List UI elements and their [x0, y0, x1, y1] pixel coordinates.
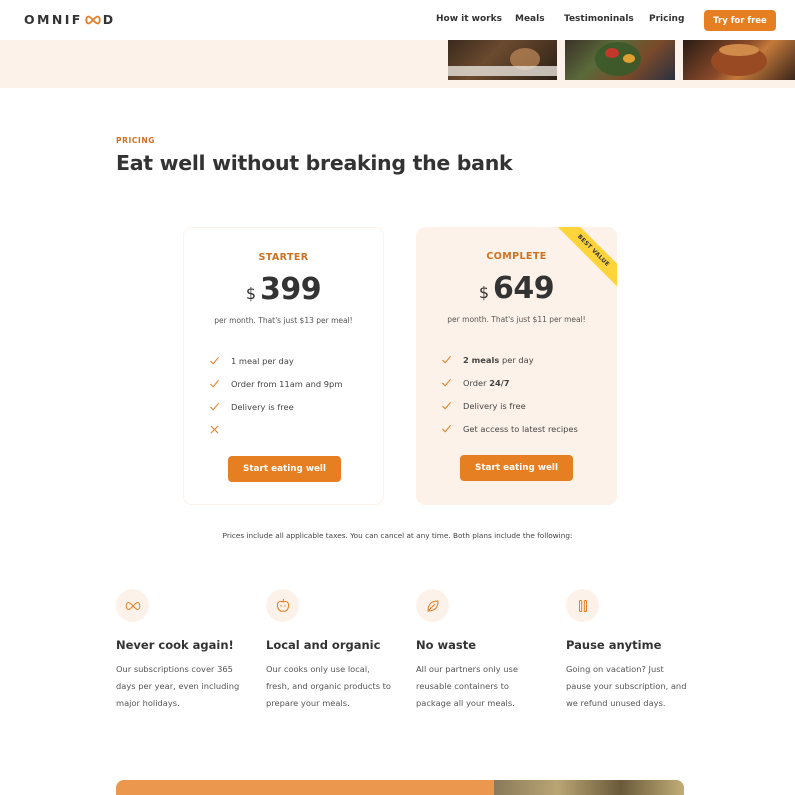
checkmark-icon	[441, 377, 452, 388]
nav-testimonials[interactable]: Testimoninals	[564, 14, 634, 24]
feature-description: Our cooks only use local, fresh, and org…	[266, 664, 392, 708]
pricing-note: Prices include all applicable taxes. You…	[222, 531, 573, 540]
price-currency: $	[478, 283, 490, 302]
price-amount: 649	[493, 271, 555, 306]
feature-text: Order 24/7	[463, 377, 510, 388]
start-eating-well-button[interactable]: Start eating well	[460, 455, 573, 481]
feature-text: Delivery is free	[463, 400, 526, 411]
feature-description: Going on vacation? Just pause your subsc…	[566, 664, 687, 708]
plan-price: $ 649	[416, 271, 617, 306]
leaf-icon	[416, 589, 449, 622]
list-item: 2 meals per day	[441, 348, 578, 371]
price-amount: 399	[260, 272, 322, 307]
logo-infinity-icon	[84, 15, 102, 25]
checkmark-icon	[209, 355, 220, 366]
list-item	[209, 418, 342, 441]
feature-text: Delivery is free	[231, 401, 294, 412]
try-for-free-button[interactable]: Try for free	[704, 10, 776, 31]
pricing-card-starter: STARTER $ 399 per month. That's just $13…	[183, 227, 384, 505]
meal-photo-1	[448, 40, 557, 80]
feature-title: No waste	[416, 638, 477, 652]
feature-title: Local and organic	[266, 638, 381, 652]
nav-meals[interactable]: Meals	[515, 14, 545, 24]
section-eyebrow: PRICING	[116, 136, 155, 145]
cta-section-image	[494, 780, 684, 795]
list-item: Delivery is free	[209, 395, 342, 418]
feature-description: Our subscriptions cover 365 days per yea…	[116, 664, 240, 708]
logo-text: OMNIF	[24, 12, 83, 27]
feature-title: Never cook again!	[116, 638, 234, 652]
checkmark-icon	[441, 423, 452, 434]
feature-description: All our partners only use reusable conta…	[416, 664, 518, 708]
feature-text: Get access to latest recipes	[463, 423, 578, 434]
feature-text: 1 meal per day	[231, 355, 294, 366]
checkmark-icon	[441, 354, 452, 365]
feature-never-cook: Never cook again! Our subscriptions cove…	[116, 589, 266, 712]
list-item: 1 meal per day	[209, 349, 342, 372]
plan-features-list: 1 meal per day Order from 11am and 9pm D…	[209, 349, 342, 441]
section-heading: Eat well without breaking the bank	[116, 151, 513, 175]
plan-name: STARTER	[258, 252, 309, 263]
price-per-meal: per month. That's just $13 per meal!	[214, 316, 353, 325]
plan-price: $ 399	[184, 272, 383, 307]
feature-pause-anytime: Pause anytime Going on vacation? Just pa…	[566, 589, 716, 712]
meal-photo-2	[565, 40, 675, 80]
feature-local-organic: Local and organic Our cooks only use loc…	[266, 589, 416, 712]
start-eating-well-button[interactable]: Start eating well	[228, 456, 341, 482]
list-item: Order 24/7	[441, 371, 578, 394]
plan-features-list: 2 meals per day Order 24/7 Delivery is f…	[441, 348, 578, 440]
nav-how-it-works[interactable]: How it works	[436, 14, 502, 24]
list-item: Get access to latest recipes	[441, 417, 578, 440]
pause-icon	[566, 589, 599, 622]
checkmark-icon	[209, 401, 220, 412]
list-item: Delivery is free	[441, 394, 578, 417]
pricing-card-complete: BEST VALUE COMPLETE $ 649 per month. Tha…	[416, 227, 617, 505]
nav-pricing[interactable]: Pricing	[649, 14, 684, 24]
feature-no-waste: No waste All our partners only use reusa…	[416, 589, 566, 712]
checkmark-icon	[441, 400, 452, 411]
infinity-icon	[116, 589, 149, 622]
checkmark-icon	[209, 378, 220, 389]
price-currency: $	[245, 284, 257, 303]
plan-name: COMPLETE	[486, 251, 547, 262]
close-icon	[209, 424, 220, 435]
feature-text: 2 meals per day	[463, 354, 534, 365]
logo[interactable]: OMNIF D	[24, 12, 116, 27]
site-header: OMNIF D How it works Meals Testimoninals …	[0, 0, 795, 40]
meal-photo-3	[683, 40, 795, 80]
apple-icon	[266, 589, 299, 622]
feature-title: Pause anytime	[566, 638, 662, 652]
price-per-meal: per month. That's just $11 per meal!	[447, 315, 586, 324]
cta-section-preview	[116, 780, 684, 795]
feature-text: Order from 11am and 9pm	[231, 378, 343, 389]
list-item: Order from 11am and 9pm	[209, 372, 342, 395]
